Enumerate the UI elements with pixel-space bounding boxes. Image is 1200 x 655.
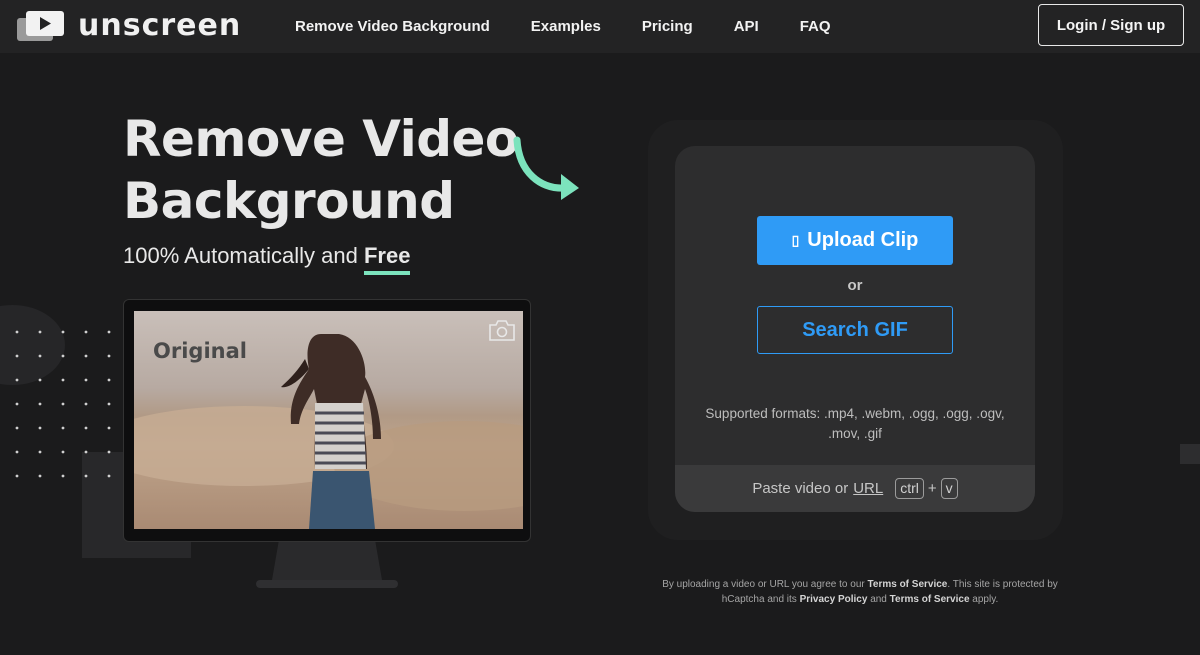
supported-formats: Supported formats: .mp4, .webm, .ogg, .o… bbox=[705, 406, 1005, 441]
plus-sign: + bbox=[927, 480, 937, 497]
paste-bar[interactable]: Paste video or URL ctrl + v bbox=[675, 465, 1035, 512]
monitor-base bbox=[256, 580, 398, 588]
brand-name: unscreen bbox=[78, 8, 242, 43]
upload-clip-label: Upload Clip bbox=[807, 229, 919, 251]
brand-logo[interactable]: unscreen bbox=[16, 10, 241, 42]
free-text: Free bbox=[363, 243, 411, 268]
upload-icon: ▯ bbox=[791, 232, 800, 248]
decorative-square bbox=[1180, 444, 1200, 464]
paste-prefix: Paste video or bbox=[752, 480, 849, 497]
nav-pricing[interactable]: Pricing bbox=[642, 18, 693, 35]
camera-icon[interactable] bbox=[488, 319, 516, 341]
legal-notice: By uploading a video or URL you agree to… bbox=[650, 577, 1070, 607]
top-navbar: unscreen Remove Video Background Example… bbox=[0, 0, 1200, 53]
hero-subtitle: 100% Automatically and Free bbox=[123, 243, 411, 275]
hero-subtitle-free: Free bbox=[363, 243, 411, 275]
legal-text-4: apply. bbox=[972, 594, 999, 605]
nav-api[interactable]: API bbox=[734, 18, 759, 35]
hero-subtitle-prefix: 100% Automatically and bbox=[123, 243, 358, 268]
preview-screen: Original bbox=[134, 311, 523, 529]
original-label: Original bbox=[153, 339, 247, 363]
play-window-icon bbox=[17, 11, 64, 41]
login-signup-button[interactable]: Login / Sign up bbox=[1038, 4, 1184, 46]
upload-clip-button[interactable]: ▯ Upload Clip bbox=[757, 216, 953, 265]
free-underline bbox=[363, 271, 411, 275]
hero-title: Remove Video Background bbox=[123, 108, 543, 232]
main-nav: Remove Video Background Examples Pricing… bbox=[295, 0, 872, 53]
paste-url-link[interactable]: URL bbox=[853, 480, 883, 497]
nav-faq[interactable]: FAQ bbox=[800, 18, 831, 35]
curved-arrow-icon bbox=[513, 136, 579, 200]
search-gif-button[interactable]: Search GIF bbox=[757, 306, 953, 354]
terms-of-service-link[interactable]: Terms of Service bbox=[868, 579, 948, 590]
ctrl-key: ctrl bbox=[895, 478, 924, 499]
nav-remove-video-background[interactable]: Remove Video Background bbox=[295, 18, 490, 35]
decorative-dots bbox=[15, 330, 111, 478]
hero-title-line1: Remove Video bbox=[123, 110, 519, 168]
terms-of-service-link-2[interactable]: Terms of Service bbox=[890, 594, 970, 605]
hero-title-line2: Background bbox=[123, 172, 455, 230]
upload-card: ▯ Upload Clip or Search GIF Supported fo… bbox=[675, 146, 1035, 512]
video-preview-monitor: Original bbox=[123, 299, 531, 542]
monitor-stand bbox=[272, 542, 382, 580]
nav-examples[interactable]: Examples bbox=[531, 18, 601, 35]
person-figure bbox=[281, 334, 381, 529]
privacy-policy-link[interactable]: Privacy Policy bbox=[800, 594, 868, 605]
legal-text-1: By uploading a video or URL you agree to… bbox=[662, 579, 865, 590]
v-key: v bbox=[940, 478, 958, 499]
or-separator: or bbox=[847, 277, 863, 294]
legal-text-3: and bbox=[870, 594, 887, 605]
